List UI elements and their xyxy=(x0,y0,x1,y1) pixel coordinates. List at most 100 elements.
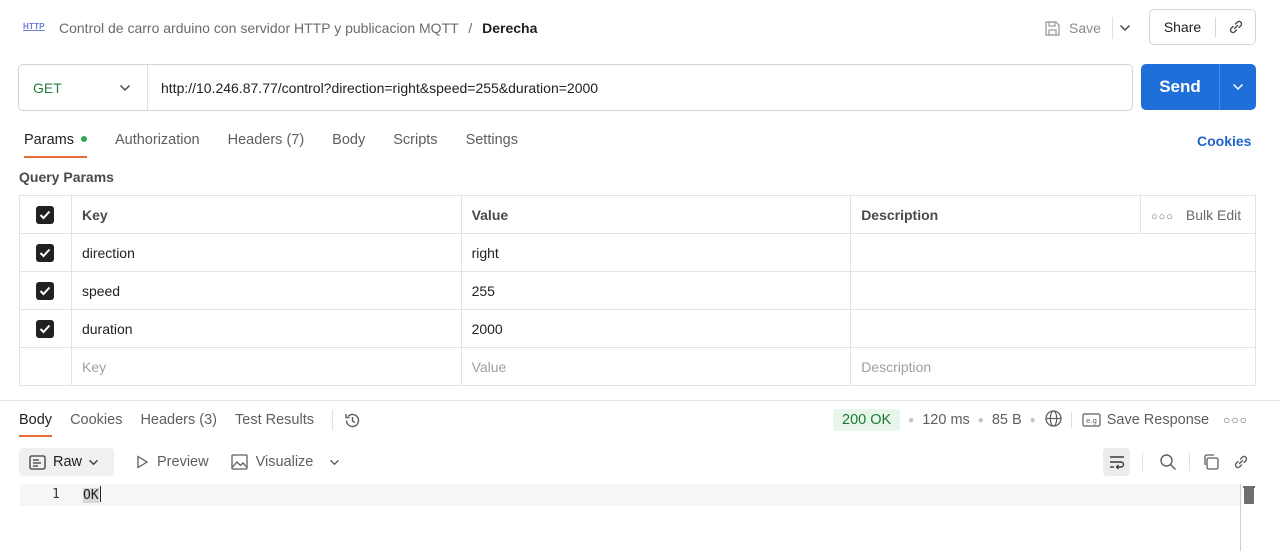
body-tools xyxy=(1103,448,1250,476)
preview-button[interactable]: Preview xyxy=(136,454,209,470)
copy-icon xyxy=(1204,454,1219,470)
send-button[interactable]: Send xyxy=(1141,77,1219,97)
column-key: Key xyxy=(70,195,462,234)
more-options-icon[interactable]: ○○○ xyxy=(1223,413,1248,427)
chevron-down-icon xyxy=(1232,83,1244,91)
copy-link-response-button[interactable] xyxy=(1232,453,1250,471)
status-badge[interactable]: 200 OK xyxy=(833,409,901,431)
param-key[interactable]: duration xyxy=(70,309,462,348)
table-row: direction right xyxy=(19,233,1256,272)
params-active-dot xyxy=(80,136,87,143)
tab-response-body[interactable]: Body xyxy=(19,410,53,437)
param-key[interactable]: direction xyxy=(70,233,462,272)
query-params-table: Key Value Description ○○○ Bulk Edit direc… xyxy=(19,195,1257,386)
chevron-down-icon xyxy=(89,459,98,465)
cookies-link[interactable]: Cookies xyxy=(1197,133,1251,149)
table-row: speed 255 xyxy=(19,271,1256,310)
response-tabs: Body Cookies Headers (3) Test Results xyxy=(19,410,362,437)
editor-scrollbar-track xyxy=(1240,484,1241,551)
globe-icon xyxy=(1045,409,1062,427)
link-icon xyxy=(1234,455,1248,469)
param-description[interactable] xyxy=(850,233,1256,272)
search-icon xyxy=(1160,454,1176,470)
param-description[interactable] xyxy=(850,309,1256,348)
tab-body[interactable]: Body xyxy=(332,130,365,158)
save-response-button[interactable]: e.g Save Response xyxy=(1070,412,1209,428)
breadcrumb-separator: / xyxy=(468,20,473,36)
copy-link-button[interactable] xyxy=(1216,18,1255,36)
select-all-checkbox[interactable] xyxy=(36,205,55,224)
bulk-edit-button[interactable]: ○○○ Bulk Edit xyxy=(1139,195,1257,234)
breadcrumb-request-name[interactable]: Derecha xyxy=(482,20,537,36)
save-options-dropdown[interactable] xyxy=(1112,17,1136,39)
http-request-icon: HTTP xyxy=(23,22,45,31)
tab-response-headers[interactable]: Headers (3) xyxy=(140,410,217,437)
select-all-cell xyxy=(19,195,72,234)
wrap-lines-icon xyxy=(1109,456,1124,470)
column-description: Description xyxy=(850,195,1141,234)
method-label: GET xyxy=(33,79,62,96)
table-row: duration 2000 xyxy=(19,309,1256,348)
save-button[interactable]: Save xyxy=(1044,17,1101,39)
response-time[interactable]: 120 ms xyxy=(922,412,970,428)
param-description[interactable] xyxy=(850,271,1256,310)
tab-headers[interactable]: Headers (7) xyxy=(228,130,305,158)
row-checkbox[interactable] xyxy=(36,281,55,300)
column-value: Value xyxy=(460,195,852,234)
url-input[interactable] xyxy=(148,65,1132,110)
param-value[interactable]: 2000 xyxy=(460,309,852,348)
body-toolbar: Raw Preview Visualize xyxy=(19,448,348,476)
format-select[interactable]: Raw xyxy=(19,448,115,476)
check-icon xyxy=(40,324,51,334)
new-param-key[interactable]: Key xyxy=(70,347,462,386)
check-icon xyxy=(40,210,51,220)
link-icon xyxy=(1229,20,1242,34)
history-button[interactable] xyxy=(332,410,362,430)
response-body-editor[interactable]: 1 OK xyxy=(20,484,1242,506)
param-value[interactable]: 255 xyxy=(460,271,852,310)
row-checkbox[interactable] xyxy=(36,243,55,262)
method-select[interactable]: GET xyxy=(19,65,148,110)
share-button[interactable]: Share xyxy=(1150,17,1216,37)
panel-divider[interactable] xyxy=(0,400,1280,401)
play-icon xyxy=(137,455,149,469)
param-value[interactable]: right xyxy=(460,233,852,272)
tab-response-cookies[interactable]: Cookies xyxy=(70,410,122,437)
copy-button[interactable] xyxy=(1202,453,1220,471)
param-key[interactable]: speed xyxy=(70,271,462,310)
chevron-down-icon xyxy=(330,459,340,465)
tab-params[interactable]: Params xyxy=(24,130,87,158)
visualize-button[interactable]: Visualize xyxy=(230,454,313,470)
editor-scrollbar[interactable] xyxy=(1243,486,1255,504)
response-size[interactable]: 85 B xyxy=(992,412,1022,428)
new-param-description[interactable]: Description xyxy=(850,347,1256,386)
response-meta: 200 OK ● 120 ms ● 85 B ● e.g Save Respon… xyxy=(833,409,1248,431)
network-info[interactable] xyxy=(1044,409,1063,432)
url-bar: GET xyxy=(18,64,1133,111)
row-checkbox[interactable] xyxy=(36,319,55,338)
tab-settings[interactable]: Settings xyxy=(466,130,518,158)
send-options-dropdown[interactable] xyxy=(1219,64,1256,110)
text-caret xyxy=(99,486,102,502)
visualize-dropdown[interactable] xyxy=(329,459,348,466)
query-params-label: Query Params xyxy=(19,169,114,185)
tab-test-results[interactable]: Test Results xyxy=(235,410,314,437)
chevron-down-icon xyxy=(119,84,131,91)
save-icon xyxy=(1045,20,1060,36)
new-param-value[interactable]: Value xyxy=(460,347,852,386)
check-icon xyxy=(40,286,51,296)
request-header: HTTP Control de carro arduino con servid… xyxy=(0,0,1280,56)
more-icon: ○○○ xyxy=(1150,210,1174,223)
history-icon xyxy=(345,413,360,427)
save-button-label: Save xyxy=(1069,20,1101,36)
tab-scripts[interactable]: Scripts xyxy=(393,130,437,158)
raw-format-icon xyxy=(29,454,46,470)
tab-authorization[interactable]: Authorization xyxy=(115,130,200,158)
request-tabs: Params Authorization Headers (7) Body Sc… xyxy=(24,130,546,158)
search-button[interactable] xyxy=(1159,453,1177,471)
wrap-lines-button[interactable] xyxy=(1103,448,1130,476)
share-group: Share xyxy=(1149,9,1256,45)
breadcrumb-collection[interactable]: Control de carro arduino con servidor HT… xyxy=(59,20,458,36)
send-button-group: Send xyxy=(1141,64,1256,110)
response-body-content: OK xyxy=(83,486,102,503)
